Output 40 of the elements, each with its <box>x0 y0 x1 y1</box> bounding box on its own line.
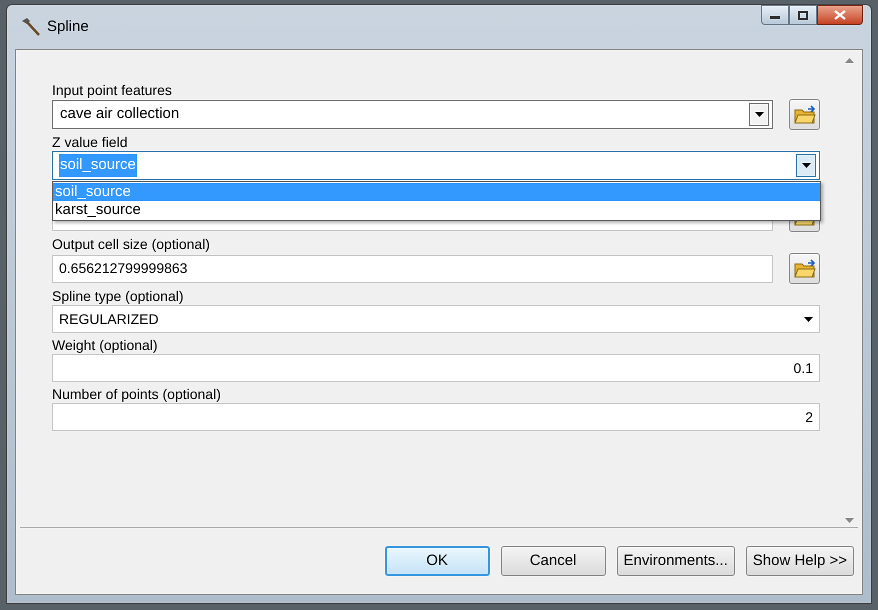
minimize-button[interactable] <box>761 5 789 25</box>
field-value: 2 <box>805 408 813 426</box>
caret-icon <box>804 316 813 322</box>
dialog-button[interactable]: Show Help >> <box>746 546 854 576</box>
field-label: Z value field <box>52 133 128 151</box>
window-title: Spline <box>47 16 89 37</box>
combo-value: cave air collection <box>59 104 180 124</box>
maximize-button[interactable] <box>789 5 817 25</box>
close-icon <box>834 10 846 20</box>
minimize-icon <box>770 16 780 19</box>
caret-icon <box>754 112 764 117</box>
text-field[interactable]: 2 <box>52 403 820 431</box>
field-value: 0.656212799999863 <box>59 259 188 278</box>
close-button[interactable] <box>817 5 863 25</box>
field-label: Number of points (optional) <box>52 385 222 403</box>
dropdown-option[interactable]: karst_source <box>53 201 820 219</box>
dropdown-button[interactable] <box>796 154 816 177</box>
text-field[interactable]: 0.1 <box>52 354 820 382</box>
field-label: Output cell size (optional) <box>52 235 211 253</box>
scroll-down-icon <box>844 518 854 523</box>
maximize-icon <box>798 10 808 20</box>
dropdown-button[interactable] <box>749 103 769 126</box>
browse-folder-button[interactable] <box>789 99 820 130</box>
select-box[interactable]: REGULARIZED <box>52 305 820 333</box>
field-label: Spline type (optional) <box>52 287 185 305</box>
caret-icon <box>802 163 810 168</box>
browse-folder-button[interactable] <box>789 253 820 284</box>
dialog-button[interactable]: Cancel <box>500 546 606 576</box>
combo-box[interactable]: cave air collection <box>52 100 773 129</box>
folder-icon <box>794 258 816 278</box>
field-value: 0.1 <box>794 358 813 378</box>
text-field[interactable]: 0.656212799999863 <box>52 254 773 282</box>
field-label: Weight (optional) <box>52 336 159 354</box>
folder-icon <box>794 104 816 124</box>
combo-value: soil_source <box>59 154 137 177</box>
dialog-button[interactable]: OK <box>384 546 490 576</box>
scroll-up-icon <box>844 58 854 63</box>
select-value: REGULARIZED <box>59 310 159 328</box>
dialog-button[interactable]: Environments... <box>616 546 735 576</box>
field-label: Input point features <box>52 81 173 99</box>
